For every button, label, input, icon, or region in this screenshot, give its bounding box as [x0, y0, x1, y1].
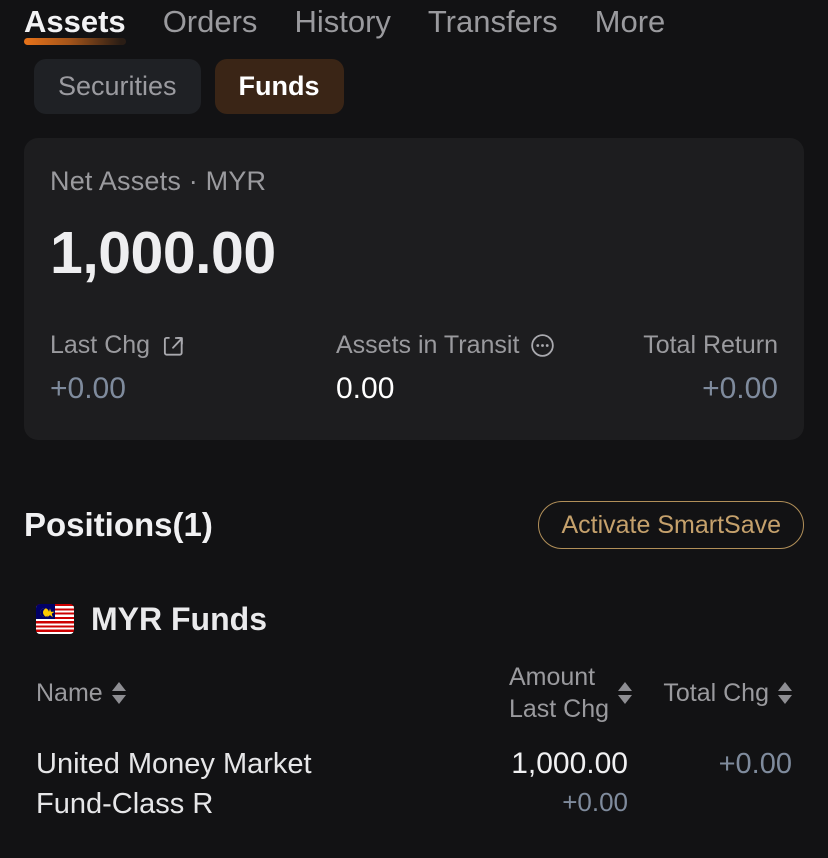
fund-name-line-2: Fund-Class R	[36, 788, 214, 820]
stat-total-return-head: Total Return	[643, 331, 778, 360]
column-header-amount[interactable]: Amount Last Chg	[446, 661, 632, 725]
cell-amount: 1,000.00 +0.00	[446, 744, 632, 820]
column-header-total-chg-label: Total Chg	[663, 678, 769, 707]
sort-ascending-icon	[618, 682, 632, 691]
segment-funds[interactable]: Funds	[214, 59, 344, 114]
stat-assets-in-transit-head: Assets in Transit	[336, 331, 556, 360]
stat-total-return: Total Return +0.00	[636, 331, 778, 406]
column-header-total-chg[interactable]: Total Chg	[632, 679, 792, 708]
segmented-control: Securities Funds	[0, 50, 828, 114]
share-icon[interactable]	[160, 333, 186, 359]
cell-last-chg-value: +0.00	[562, 787, 628, 817]
column-header-name-label: Name	[36, 678, 103, 707]
active-tab-underline	[24, 38, 126, 45]
sort-ascending-icon	[778, 682, 792, 691]
net-assets-value: 1,000.00	[50, 220, 276, 286]
sort-icon-total-chg[interactable]	[778, 682, 792, 704]
nav-tab-assets[interactable]: Assets	[24, 0, 126, 45]
column-header-amount-label: Amount	[508, 663, 596, 691]
segment-securities[interactable]: Securities	[34, 59, 201, 114]
sort-descending-icon	[618, 695, 632, 704]
stat-total-return-value: +0.00	[702, 372, 778, 405]
cell-amount-value: 1,000.00	[511, 747, 628, 780]
nav-tab-history[interactable]: History	[294, 0, 390, 42]
stat-last-chg-head: Last Chg	[50, 331, 186, 360]
nav-tab-more[interactable]: More	[595, 0, 666, 42]
stat-assets-in-transit-value: 0.00	[336, 372, 395, 405]
stat-last-chg-value: +0.00	[50, 372, 126, 405]
net-assets-stats: Last Chg +0.00 Assets in Transit 0.00 To…	[50, 331, 778, 406]
positions-table: Name Amount Last Chg Total Chg United Mo…	[0, 662, 828, 824]
stat-last-chg-label: Last Chg	[50, 331, 151, 359]
positions-title: Positions(1)	[24, 506, 213, 543]
nav-tab-orders[interactable]: Orders	[163, 0, 258, 42]
nav-tab-assets-label: Assets	[24, 4, 126, 39]
sort-ascending-icon	[111, 682, 126, 691]
table-row[interactable]: United Money Market Fund-Class R 1,000.0…	[36, 744, 792, 824]
positions-header: Positions(1) Activate SmartSave	[0, 496, 828, 554]
sort-descending-icon	[111, 695, 126, 704]
net-assets-label: Net Assets · MYR	[50, 166, 267, 196]
sort-icon-name[interactable]	[111, 682, 126, 704]
cell-fund-name: United Money Market Fund-Class R	[36, 744, 446, 824]
net-assets-card: Net Assets · MYR 1,000.00 Last Chg +0.00	[24, 138, 804, 440]
sort-descending-icon	[778, 695, 792, 704]
nav-tab-transfers[interactable]: Transfers	[428, 0, 558, 42]
fund-name-line-1: United Money Market	[36, 748, 312, 780]
more-info-icon[interactable]	[529, 332, 556, 359]
flag-star	[45, 608, 55, 617]
column-header-amount-stack: Amount Last Chg	[509, 661, 609, 725]
assets-funds-screen: Assets Orders History Transfers More Sec…	[0, 0, 828, 858]
stat-last-chg: Last Chg +0.00	[50, 331, 336, 406]
activate-smartsave-button[interactable]: Activate SmartSave	[538, 501, 804, 549]
table-header-row: Name Amount Last Chg Total Chg	[36, 662, 792, 724]
stat-assets-in-transit-label: Assets in Transit	[336, 331, 520, 359]
fund-group-header: MYR Funds	[0, 598, 828, 640]
top-navigation: Assets Orders History Transfers More	[0, 0, 828, 50]
malaysia-flag-icon	[36, 604, 74, 634]
sort-icon-amount[interactable]	[618, 682, 632, 704]
cell-total-chg: +0.00	[718, 748, 792, 780]
stat-assets-in-transit: Assets in Transit 0.00	[336, 331, 636, 406]
column-header-name[interactable]: Name	[36, 679, 446, 708]
stat-total-return-label: Total Return	[643, 331, 778, 359]
fund-group-title: MYR Funds	[91, 600, 267, 637]
column-header-last-chg-label: Last Chg	[508, 695, 609, 723]
